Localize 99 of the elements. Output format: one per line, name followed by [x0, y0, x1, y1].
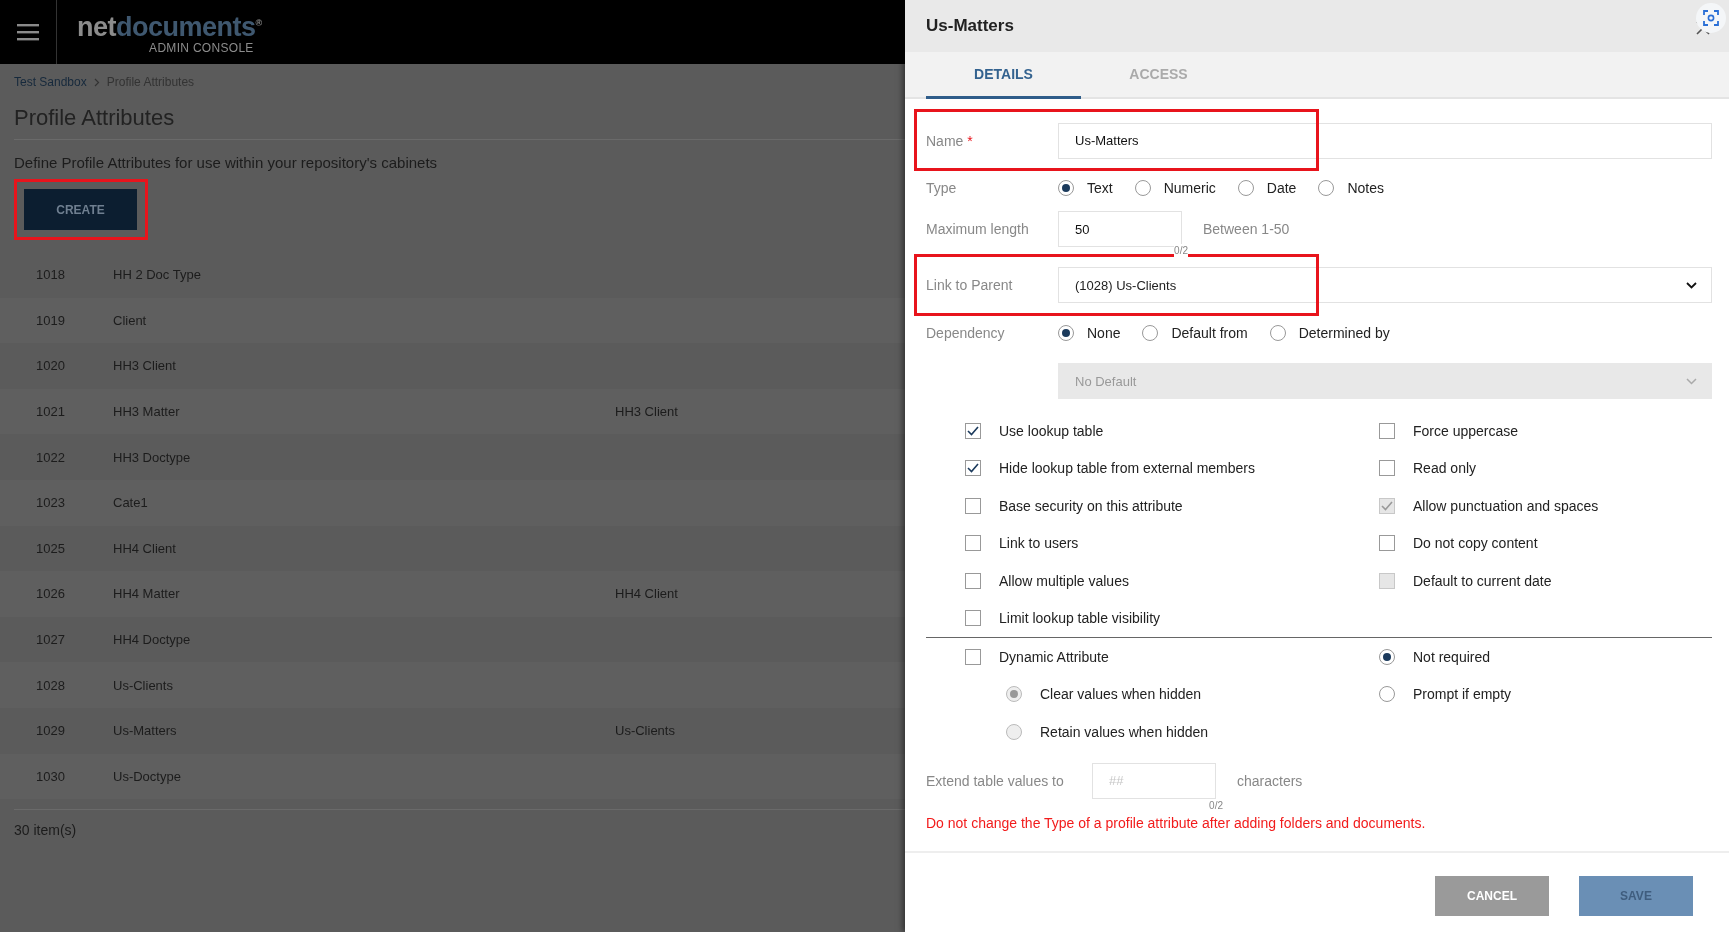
table-cell: HH4 Client	[615, 586, 678, 602]
option-label: Not required	[1413, 648, 1491, 665]
table-cell: HH3 Client	[615, 404, 678, 420]
table-cell: Cate1	[113, 495, 148, 511]
table-cell: 1025	[36, 540, 65, 556]
option-label: Numeric	[1163, 180, 1216, 196]
checkbox[interactable]	[965, 422, 981, 439]
table-cell: 1028	[36, 677, 65, 693]
radio-button[interactable]	[1379, 686, 1395, 703]
menu-icon[interactable]	[17, 23, 39, 41]
option-label: Determined by	[1298, 325, 1390, 341]
table-cell: 1019	[36, 312, 65, 328]
name-field[interactable]: Us-Matters	[1058, 122, 1712, 159]
checkbox-label: Force uppercase	[1413, 422, 1519, 439]
warning-message: Do not change the Type of a profile attribute after adding folders and documents.	[926, 814, 1427, 831]
option-label: Default from	[1171, 325, 1248, 341]
parent-dropdown[interactable]: (1028) Us-Clients	[1058, 267, 1712, 303]
table-cell: HH3 Client	[113, 358, 176, 374]
panel-title: Us-Matters	[926, 16, 1014, 36]
table-cell: 1022	[36, 449, 65, 465]
option-label: Text	[1087, 180, 1113, 196]
checkbox-label: Use lookup table	[999, 422, 1104, 439]
table-cell: 1026	[36, 586, 65, 602]
table-cell: 1023	[36, 495, 65, 511]
field-label: Extend table values to	[926, 772, 1065, 789]
checkbox-label: Base security on this attribute	[999, 497, 1183, 514]
radio-button[interactable]	[1269, 325, 1286, 341]
table-cell: Us-Doctype	[113, 768, 181, 784]
checkbox[interactable]	[965, 460, 981, 477]
item-count: 30 item(s)	[14, 809, 905, 839]
checkbox[interactable]	[965, 497, 981, 514]
table-cell: 1029	[36, 723, 65, 739]
table-cell: 1018	[36, 267, 65, 283]
table-cell: HH4 Matter	[113, 586, 180, 602]
option-label: None	[1087, 325, 1121, 341]
tab[interactable]: ACCESS	[1081, 52, 1236, 99]
chevron-icon	[93, 77, 100, 87]
checkbox-label: Read only	[1413, 460, 1477, 477]
checkbox-label: Limit lookup table visibility	[999, 610, 1161, 627]
cancel-button[interactable]: CANCEL	[1435, 875, 1549, 916]
checkbox[interactable]	[965, 535, 981, 552]
chevron-down-icon	[1686, 377, 1697, 385]
checkbox[interactable]	[965, 572, 981, 589]
checkbox-label: Link to users	[999, 535, 1079, 552]
radio-button[interactable]	[1318, 180, 1335, 196]
field-label: Link to Parent	[926, 277, 1014, 293]
checkbox-label: Default to current date	[1413, 572, 1552, 589]
radio-button[interactable]	[1379, 648, 1395, 665]
logo: netdocuments$^{®}$	[77, 12, 262, 42]
scan-icon[interactable]	[1696, 3, 1726, 33]
radio-button[interactable]	[1058, 180, 1074, 196]
character-counter: 0/2	[1174, 244, 1188, 258]
field-label: Dependency	[926, 325, 1006, 341]
checkbox-label: Allow punctuation and spaces	[1413, 497, 1599, 514]
table-cell: 1027	[36, 632, 65, 648]
option-label: Date	[1266, 180, 1297, 196]
max-length-field[interactable]: 50	[1058, 211, 1182, 247]
logo-subtitle: ADMIN CONSOLE	[149, 41, 254, 55]
table-cell: Client	[113, 312, 147, 328]
table-cell: Us-Matters	[113, 723, 177, 739]
field-label: Maximum length	[926, 221, 1030, 237]
field-label: Type	[926, 180, 958, 196]
chevron-down-icon	[1686, 281, 1697, 289]
create-button[interactable]: CREATE	[24, 189, 137, 230]
radio-button[interactable]	[1134, 180, 1151, 196]
table-cell: 1021	[36, 404, 65, 420]
table-cell: HH 2 Doc Type	[113, 267, 201, 283]
extend-field[interactable]: ##	[1092, 762, 1216, 799]
checkbox[interactable]	[1379, 422, 1395, 439]
option-label: Retain values when hidden	[1040, 723, 1209, 740]
tab[interactable]: DETAILS	[926, 52, 1081, 99]
option-label: Clear values when hidden	[1040, 686, 1202, 703]
page-title: Profile Attributes	[14, 105, 905, 140]
checkbox-label: Allow multiple values	[999, 572, 1129, 589]
checkbox[interactable]	[965, 648, 981, 665]
checkbox-label: Hide lookup table from external members	[999, 460, 1255, 477]
table-cell: 1020	[36, 358, 65, 374]
table-cell: HH3 Matter	[113, 404, 180, 420]
checkbox-label: Do not copy content	[1413, 535, 1538, 552]
radio-button[interactable]	[1058, 325, 1074, 341]
table-cell: Us-Clients	[615, 723, 675, 739]
radio-button[interactable]	[1237, 180, 1254, 196]
option-label: Notes	[1347, 180, 1384, 196]
table-cell: HH3 Doctype	[113, 449, 191, 465]
checkbox[interactable]	[1379, 535, 1395, 552]
page-description: Define Profile Attributes for use within your repository's cabinets	[14, 154, 439, 171]
field-hint: Between 1-50	[1203, 221, 1290, 237]
field-label: Name *	[926, 132, 974, 149]
option-label: Prompt if empty	[1413, 686, 1512, 703]
checkbox[interactable]	[965, 610, 981, 627]
table-cell: Us-Clients	[113, 677, 173, 693]
checkbox-label: Dynamic Attribute	[999, 648, 1109, 665]
radio-button[interactable]	[1142, 325, 1159, 341]
checkbox[interactable]	[1379, 460, 1395, 477]
field-suffix: characters	[1237, 772, 1303, 789]
table-cell: 1030	[36, 768, 65, 784]
breadcrumb-link[interactable]: Test Sandbox	[14, 75, 87, 89]
table-cell: HH4 Doctype	[113, 632, 191, 648]
table-cell: HH4 Client	[113, 540, 176, 556]
